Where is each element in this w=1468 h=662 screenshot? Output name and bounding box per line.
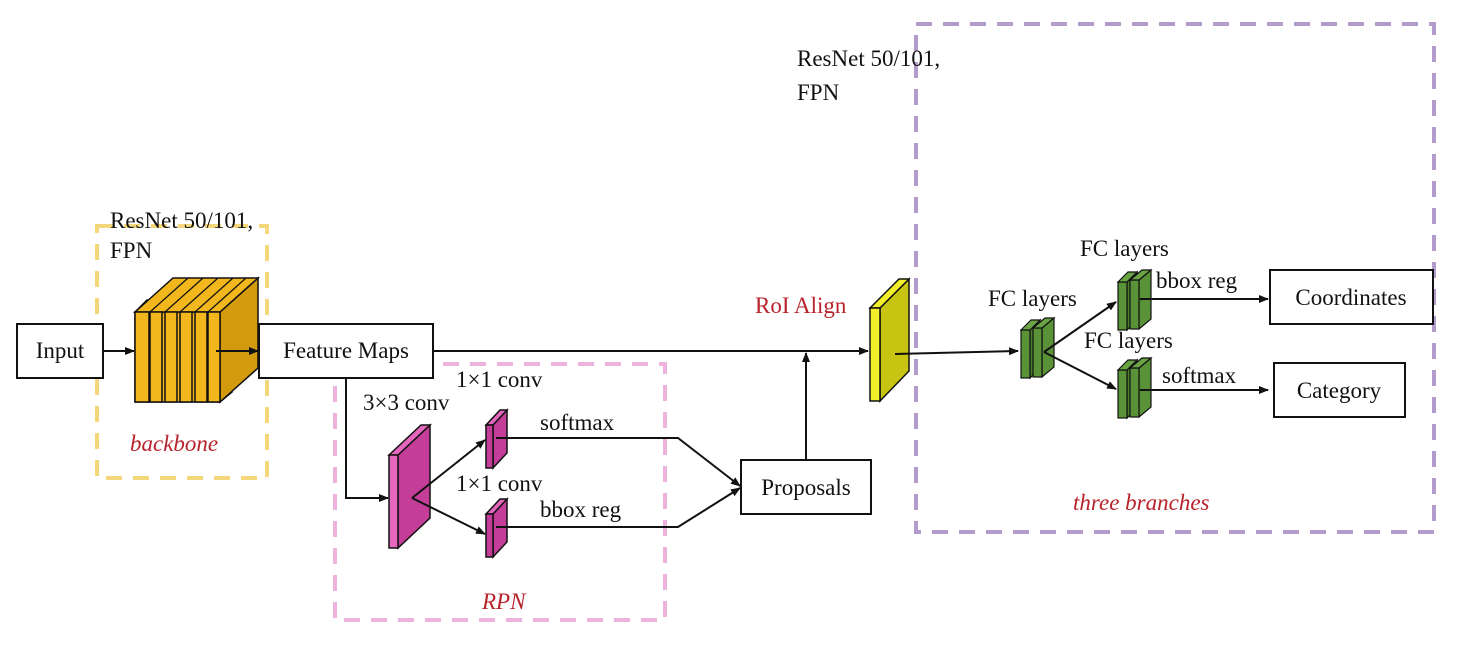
conv3x3-label: 3×3 conv	[363, 390, 450, 415]
roi-align-block-icon	[868, 277, 911, 403]
backbone-model-label-line1: ResNet 50/101,	[110, 208, 253, 233]
roi-align-label: RoI Align	[755, 293, 847, 318]
fc-main-label: FC layers	[988, 286, 1077, 311]
rpn-bbox-reg-label: bbox reg	[540, 497, 622, 522]
head-bbox-reg-label: bbox reg	[1156, 268, 1238, 293]
input-node-label: Input	[36, 338, 85, 363]
diagram-canvas: ResNet 50/101, FPN backbone Input Featur…	[0, 0, 1468, 662]
arrow-fc-main-to-fc-bottom	[1043, 351, 1117, 390]
arrow-roi-align-to-fc	[894, 347, 1019, 356]
branches-model-label-line2: FPN	[797, 80, 840, 105]
fc-bottom-label: FC layers	[1084, 328, 1173, 353]
rpn-softmax-label: softmax	[540, 410, 615, 435]
fc-bottom-block-icon	[1116, 356, 1153, 420]
feature-maps-node-label: Feature Maps	[283, 338, 409, 363]
rpn-group-label: RPN	[481, 589, 527, 614]
head-softmax-label: softmax	[1162, 363, 1237, 388]
backbone-block-icon	[133, 276, 260, 404]
proposals-node-label: Proposals	[761, 475, 851, 500]
backbone-model-label-line2: FPN	[110, 238, 153, 263]
diagram-svg: ResNet 50/101, FPN backbone Input Featur…	[16, 22, 1436, 622]
coordinates-node-label: Coordinates	[1295, 285, 1406, 310]
branches-model-label-line1: ResNet 50/101,	[797, 46, 940, 71]
backbone-group-label: backbone	[130, 431, 218, 456]
conv1x1-bottom-label: 1×1 conv	[456, 471, 543, 496]
rpn-conv3x3-block-icon	[387, 423, 432, 550]
conv1x1-top-label: 1×1 conv	[456, 367, 543, 392]
category-node-label: Category	[1297, 378, 1382, 403]
fc-top-label: FC layers	[1080, 236, 1169, 261]
branches-group-label: three branches	[1073, 490, 1210, 515]
